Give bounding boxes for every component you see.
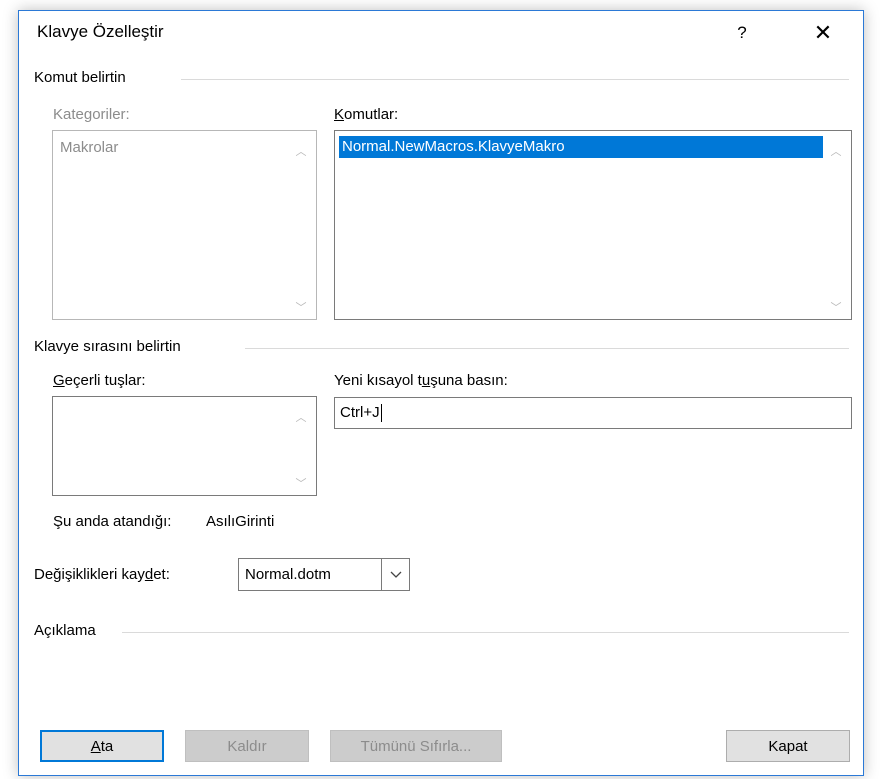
currently-assigned-label: Şu anda atandığı:: [53, 513, 172, 530]
specify-keys-group-label: Klavye sırasını belirtin: [34, 338, 181, 355]
scroll-up-icon[interactable]: ︿: [294, 411, 308, 424]
reset-all-button[interactable]: Tümünü Sıfırla...: [330, 730, 502, 762]
customize-keyboard-dialog: Klavye Özelleştir ? ✕ Komut belirtin Kat…: [18, 10, 864, 776]
assign-button[interactable]: Ata: [40, 730, 164, 762]
new-shortcut-input[interactable]: Ctrl+J: [334, 397, 852, 429]
remove-button[interactable]: Kaldır: [185, 730, 309, 762]
close-button[interactable]: Kapat: [726, 730, 850, 762]
new-shortcut-value: Ctrl+J: [340, 404, 380, 421]
title-bar: Klavye Özelleştir ? ✕: [19, 11, 863, 55]
close-window-button[interactable]: ✕: [805, 17, 841, 49]
save-changes-label: Değişiklikleri kaydet:: [34, 566, 170, 583]
currently-assigned-value: AsılıGirinti: [206, 513, 275, 530]
scroll-up-icon: ︿: [295, 146, 307, 158]
command-item-selected[interactable]: Normal.NewMacros.KlavyeMakro: [339, 136, 823, 158]
scroll-up-icon[interactable]: ︿: [829, 145, 843, 158]
current-keys-label: Geçerli tuşlar:: [53, 372, 146, 389]
help-button[interactable]: ?: [727, 17, 757, 49]
category-item: Makrolar: [60, 139, 119, 156]
save-changes-selected: Normal.dotm: [245, 566, 331, 583]
current-keys-listbox[interactable]: ︿ ﹀: [52, 396, 317, 496]
scroll-down-icon[interactable]: ﹀: [829, 301, 843, 314]
group-divider: [181, 79, 849, 80]
commands-label: Komutlar:: [334, 106, 399, 123]
scroll-down-icon: ﹀: [295, 302, 307, 314]
description-group-label: Açıklama: [34, 622, 96, 639]
specify-command-group-label: Komut belirtin: [34, 69, 126, 86]
text-caret: [380, 404, 382, 423]
new-shortcut-label: Yeni kısayol tuşuna basın:: [334, 372, 508, 389]
save-changes-dropdown[interactable]: Normal.dotm: [238, 558, 410, 591]
categories-listbox: Makrolar ︿ ﹀: [52, 130, 317, 320]
close-icon: ✕: [813, 20, 833, 45]
help-icon: ?: [737, 23, 747, 42]
group-divider: [122, 632, 849, 633]
scroll-down-icon[interactable]: ﹀: [294, 477, 308, 490]
categories-label: Kategoriler:: [53, 106, 130, 123]
chevron-down-icon[interactable]: [381, 559, 409, 590]
commands-listbox[interactable]: Normal.NewMacros.KlavyeMakro ︿ ﹀: [334, 130, 852, 320]
dialog-title: Klavye Özelleştir: [37, 22, 164, 41]
group-divider: [245, 348, 849, 349]
